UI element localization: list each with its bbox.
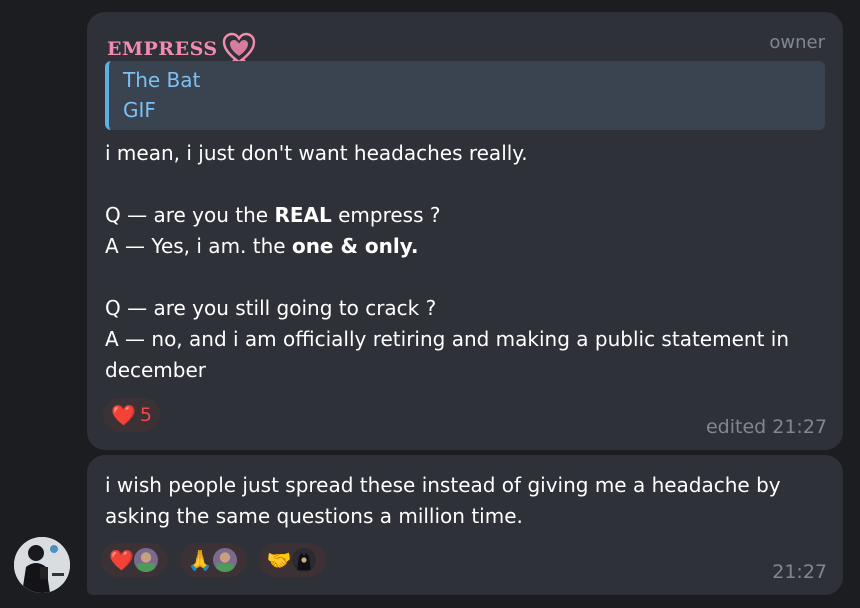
handshake-icon: 🤝 bbox=[266, 548, 292, 572]
text-line-empty bbox=[105, 262, 817, 293]
reactor-avatar bbox=[289, 546, 318, 574]
reactions: ❤️ 🙏 🤝 bbox=[101, 543, 326, 577]
sender-name[interactable]: EMPRESS bbox=[107, 38, 218, 60]
reply-author: The Bat bbox=[123, 68, 201, 92]
reactions: ❤️ 5 bbox=[103, 398, 160, 432]
text-line-empty bbox=[105, 169, 817, 200]
message-timestamp: 21:27 bbox=[772, 561, 827, 583]
text-line: i wish people just spread these instead … bbox=[105, 473, 781, 497]
role-badge: owner bbox=[769, 32, 825, 53]
text-line: i mean, i just don't want headaches real… bbox=[105, 141, 528, 165]
reply-preview: GIF bbox=[123, 98, 156, 122]
sender-avatar[interactable] bbox=[14, 537, 70, 593]
message-bubble-1[interactable]: EMPRESS owner The Bat GIF i mean, i just… bbox=[87, 12, 843, 450]
reply-quote[interactable]: The Bat GIF bbox=[105, 61, 825, 130]
message-timestamp: edited 21:27 bbox=[705, 416, 827, 438]
text-line: Q — are you the REAL empress ? bbox=[105, 203, 441, 227]
reaction-handshake[interactable]: 🤝 bbox=[258, 543, 326, 577]
reactor-avatar bbox=[210, 546, 239, 574]
text-line: asking the same questions a million time… bbox=[105, 504, 523, 528]
reaction-pray[interactable]: 🙏 bbox=[179, 543, 247, 577]
reaction-heart[interactable]: ❤️ 5 bbox=[103, 398, 160, 432]
reaction-heart[interactable]: ❤️ bbox=[101, 543, 168, 577]
reaction-count: 5 bbox=[139, 404, 152, 426]
text-line: A — no, and i am officially retiring and… bbox=[105, 327, 789, 351]
avatar-image bbox=[14, 537, 70, 593]
text-line: Q — are you still going to crack ? bbox=[105, 296, 437, 320]
text-line: A — Yes, i am. the one & only. bbox=[105, 234, 419, 258]
bold-real: REAL bbox=[274, 203, 332, 227]
reactor-avatar bbox=[131, 546, 160, 574]
message-bubble-2[interactable]: i wish people just spread these instead … bbox=[87, 455, 843, 595]
message-text: i mean, i just don't want headaches real… bbox=[105, 138, 817, 386]
bold-one-only: one & only. bbox=[291, 234, 419, 258]
message-text: i wish people just spread these instead … bbox=[105, 470, 817, 532]
heart-icon: ❤️ bbox=[111, 403, 136, 427]
pray-icon: 🙏 bbox=[187, 548, 213, 572]
heart-icon: ❤️ bbox=[109, 548, 134, 572]
text-line: december bbox=[105, 358, 207, 382]
